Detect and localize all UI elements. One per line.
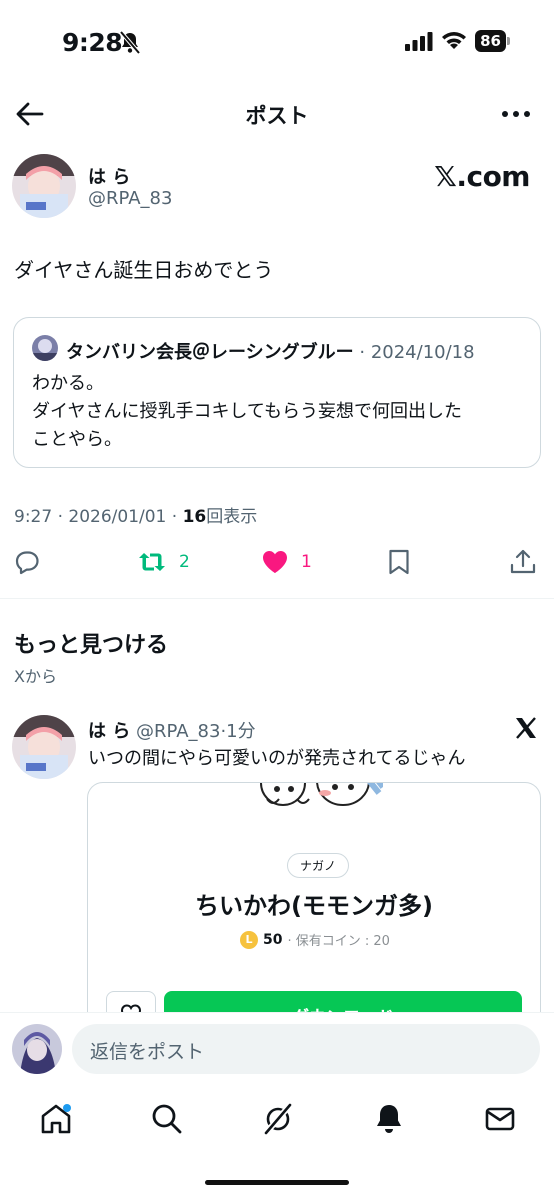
post-text: ダイヤさん誕生日おめでとう — [14, 258, 274, 282]
mail-icon — [485, 1107, 515, 1131]
bookmark-icon — [389, 549, 409, 575]
discover-author-avatar[interactable] — [12, 715, 76, 779]
discover-post-time: ·1分 — [220, 721, 256, 742]
home-indicator — [205, 1180, 349, 1185]
status-icons: 86 — [405, 30, 510, 52]
coin-info: L 50 · 保有コイン : 20 — [240, 930, 390, 949]
discover-post-header: は ら @RPA_83·1分 — [88, 717, 256, 743]
reply-composer: 返信をポスト — [0, 1012, 554, 1087]
home-icon — [41, 1104, 71, 1134]
battery-nub — [507, 37, 510, 45]
quoted-post[interactable]: タンバリン会長＠レーシングブルー · 2024/10/18 わかる。 ダイヤさん… — [13, 317, 541, 468]
heart-filled-icon — [263, 551, 287, 573]
silent-mode-icon — [119, 30, 141, 59]
messages-tab[interactable] — [482, 1101, 518, 1137]
status-time: 9:28 — [62, 28, 123, 57]
quote-text: わかる。 ダイヤさんに授乳手コキしてもらう妄想で何回出した ことやら。 — [32, 370, 527, 454]
owned-coins: · 保有コイン : 20 — [287, 934, 390, 949]
notifications-tab[interactable] — [371, 1101, 407, 1137]
discover-title: もっと見つける — [14, 633, 169, 658]
reply-icon — [15, 551, 39, 575]
search-icon — [152, 1104, 182, 1134]
like-button[interactable]: 1 — [261, 548, 312, 576]
more-options-button[interactable] — [500, 103, 532, 125]
x-watermark: 𝕏.com — [434, 160, 530, 193]
view-label: 回表示 — [206, 507, 258, 527]
quote-author-avatar — [32, 335, 58, 361]
author-avatar[interactable] — [12, 154, 76, 218]
post-meta: 9:27 · 2026/01/01 · 16回表示 — [14, 502, 257, 527]
sticker-title: ちいかわ(モモンガ多) — [195, 892, 433, 920]
coin-value: 50 — [263, 931, 283, 948]
grok-icon — [263, 1103, 293, 1135]
post-timestamp: 9:27 · 2026/01/01 · — [14, 507, 183, 527]
wifi-icon — [442, 32, 467, 49]
discover-author-name[interactable]: は ら — [88, 721, 130, 742]
sticker-illustration — [253, 783, 386, 829]
sticker-card[interactable]: ナガノ ちいかわ(モモンガ多) L 50 · 保有コイン : 20 ダウンロード — [87, 782, 541, 1042]
grok-tab[interactable] — [260, 1101, 296, 1137]
x-logo-icon — [514, 716, 538, 744]
battery-level: 86 — [475, 30, 506, 52]
share-icon — [510, 549, 536, 574]
cellular-signal-icon — [405, 32, 433, 51]
quote-text-line: ことやら。 — [32, 429, 122, 450]
quote-text-line: わかる。 — [32, 373, 104, 394]
creator-tag: ナガノ — [287, 853, 350, 878]
like-count: 1 — [301, 552, 312, 572]
bookmark-button[interactable] — [386, 548, 412, 576]
coin-icon: L — [240, 930, 258, 949]
my-avatar[interactable] — [12, 1024, 62, 1074]
author-handle[interactable]: @RPA_83 — [88, 188, 172, 209]
divider — [0, 598, 554, 599]
page-title: ポスト — [245, 104, 309, 128]
quote-date: · 2024/10/18 — [359, 342, 475, 363]
bell-icon — [377, 1105, 401, 1133]
quote-text-line: ダイヤさんに授乳手コキしてもらう妄想で何回出した — [32, 401, 463, 422]
author-name[interactable]: は ら — [88, 163, 130, 189]
discover-subtitle: Xから — [14, 667, 57, 686]
search-tab[interactable] — [149, 1101, 185, 1137]
home-tab[interactable] — [38, 1101, 74, 1137]
reply-button[interactable] — [13, 548, 41, 576]
more-dots-icon — [502, 111, 530, 117]
discover-author-handle[interactable]: @RPA_83 — [136, 721, 220, 742]
quote-author-name: タンバリン会長＠レーシングブルー — [66, 342, 354, 363]
share-button[interactable] — [509, 548, 537, 576]
discover-post-text: いつの間にやら可愛いのが発売されてるじゃん — [88, 748, 466, 769]
view-count: 16 — [182, 507, 207, 527]
retweet-button[interactable]: 2 — [137, 548, 190, 576]
retweet-icon — [139, 553, 165, 571]
reply-input[interactable]: 返信をポスト — [72, 1024, 540, 1074]
retweet-count: 2 — [179, 552, 190, 572]
